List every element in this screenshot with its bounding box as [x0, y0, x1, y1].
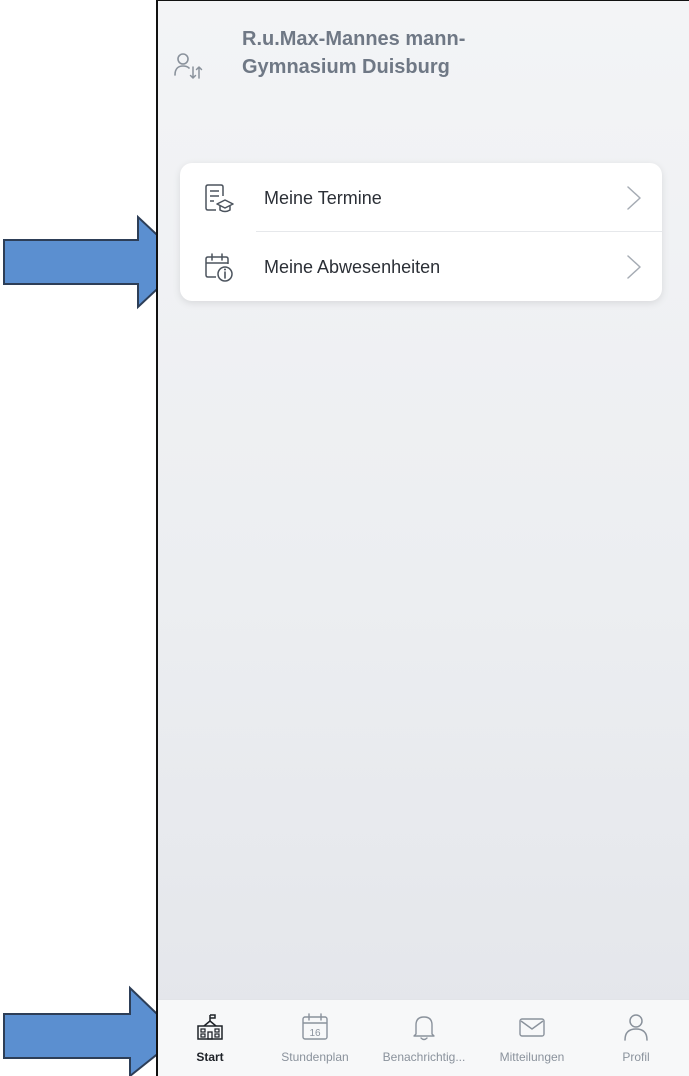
menu-card: Meine Termine Meine Abwesenheiten — [180, 163, 662, 301]
tab-mitteilungen[interactable]: Mitteilungen — [480, 1000, 584, 1076]
tab-benachrichtigungen[interactable]: Benachrichtig... — [368, 1000, 480, 1076]
school-name: R.u.Max-Mannes mann-Gymnasium Duisburg — [242, 28, 466, 78]
bell-icon — [413, 1016, 435, 1041]
calendar-day: 16 — [309, 1028, 321, 1039]
tab-stundenplan[interactable]: 16 Stundenplan — [262, 1000, 368, 1076]
profile-icon — [624, 1014, 648, 1041]
appointments-icon — [205, 184, 234, 213]
calendar-icon: 16 — [302, 1013, 328, 1040]
menu-item-abwesenheiten[interactable]: Meine Abwesenheiten — [180, 232, 662, 301]
tab-profil[interactable]: Profil — [584, 1000, 688, 1076]
tab-label: Start — [196, 1050, 224, 1064]
header: R.u.Max-Mannes mann-Gymnasium Duisburg — [158, 1, 689, 141]
calendar-info-icon — [205, 253, 233, 282]
chevron-right-icon — [627, 186, 641, 210]
app-screen: R.u.Max-Mannes mann-Gymnasium Duisburg M… — [156, 0, 689, 1076]
tab-label: Benachrichtig... — [382, 1050, 466, 1064]
tab-label: Stundenplan — [281, 1050, 349, 1064]
tab-label: Profil — [622, 1050, 650, 1064]
menu-item-label: Meine Abwesenheiten — [264, 257, 441, 277]
bottom-tab-bar: Start 16 Stundenplan Benachrichtig... Mi… — [158, 999, 689, 1076]
menu-item-label: Meine Termine — [264, 188, 382, 208]
chevron-right-icon — [627, 255, 641, 279]
menu-item-termine[interactable]: Meine Termine — [180, 163, 662, 232]
user-switch-icon[interactable] — [172, 51, 204, 83]
tab-label: Mitteilungen — [499, 1050, 565, 1064]
school-icon — [197, 1014, 223, 1040]
mail-icon — [519, 1018, 545, 1037]
tab-start[interactable]: Start — [158, 1000, 262, 1076]
